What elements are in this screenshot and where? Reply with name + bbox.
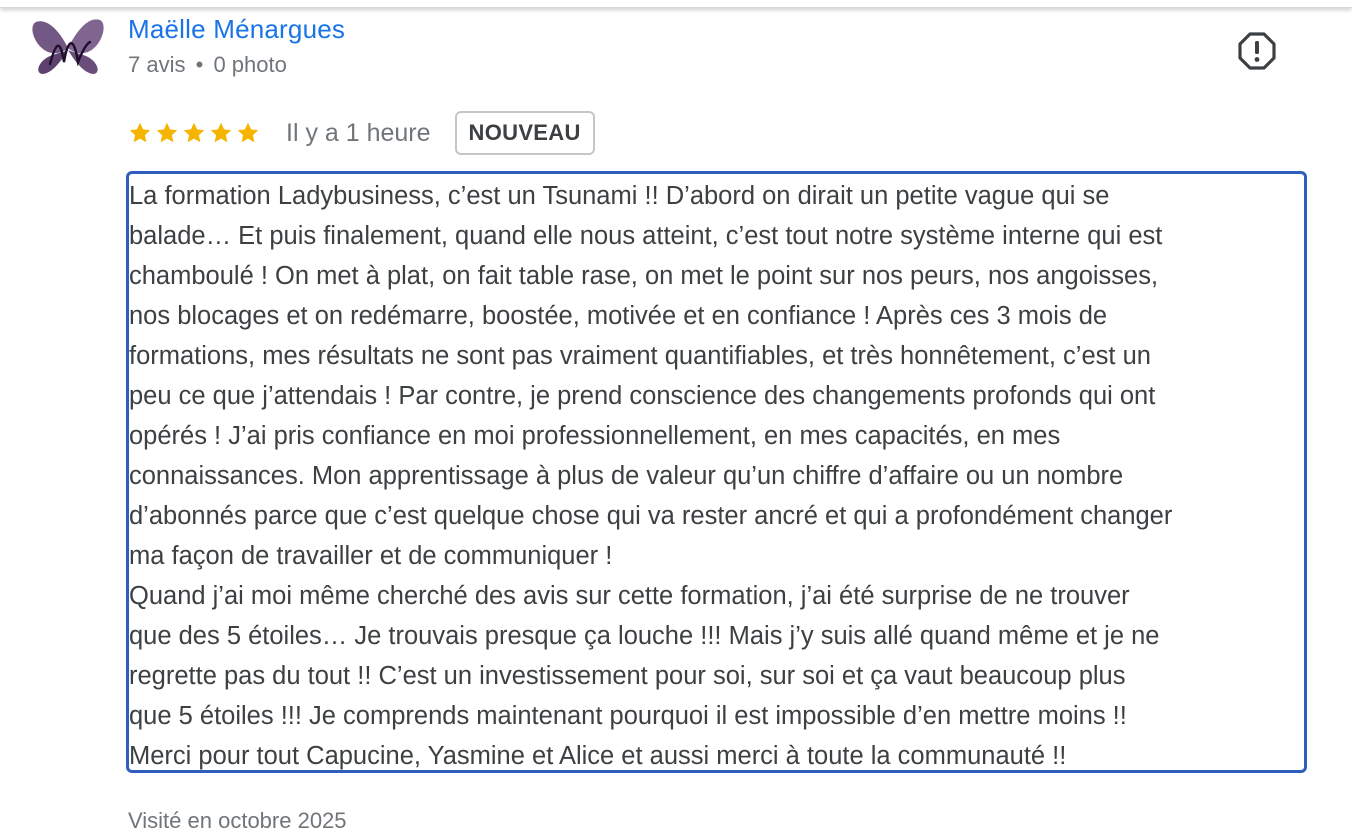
star-rating [128, 121, 260, 145]
review-text: La formation Ladybusiness, c’est un Tsun… [129, 182, 1173, 770]
report-review-button[interactable] [1238, 32, 1276, 70]
star-icon [156, 122, 178, 143]
star-icon [183, 122, 205, 143]
star-icon [210, 122, 232, 143]
rating-row: Il y a 1 heure NOUVEAU [128, 110, 595, 156]
star-icon [237, 122, 259, 143]
review-text-container: La formation Ladybusiness, c’est un Tsun… [126, 171, 1307, 773]
author-avatar[interactable] [30, 12, 106, 82]
meta-separator: • [195, 52, 204, 77]
author-meta: 7 avis • 0 photo [128, 52, 287, 78]
star-icon [129, 122, 151, 143]
author-photo-count: 0 photo [213, 52, 287, 77]
review-time: Il y a 1 heure [286, 118, 431, 147]
new-badge: NOUVEAU [454, 111, 595, 155]
report-flag-icon [1238, 32, 1276, 70]
top-bar [0, 0, 1352, 8]
author-review-count: 7 avis [128, 52, 186, 77]
author-name-link[interactable]: Maëlle Ménargues [128, 14, 345, 45]
butterfly-avatar-icon [32, 19, 104, 74]
visited-date: Visité en octobre 2025 [128, 808, 347, 833]
